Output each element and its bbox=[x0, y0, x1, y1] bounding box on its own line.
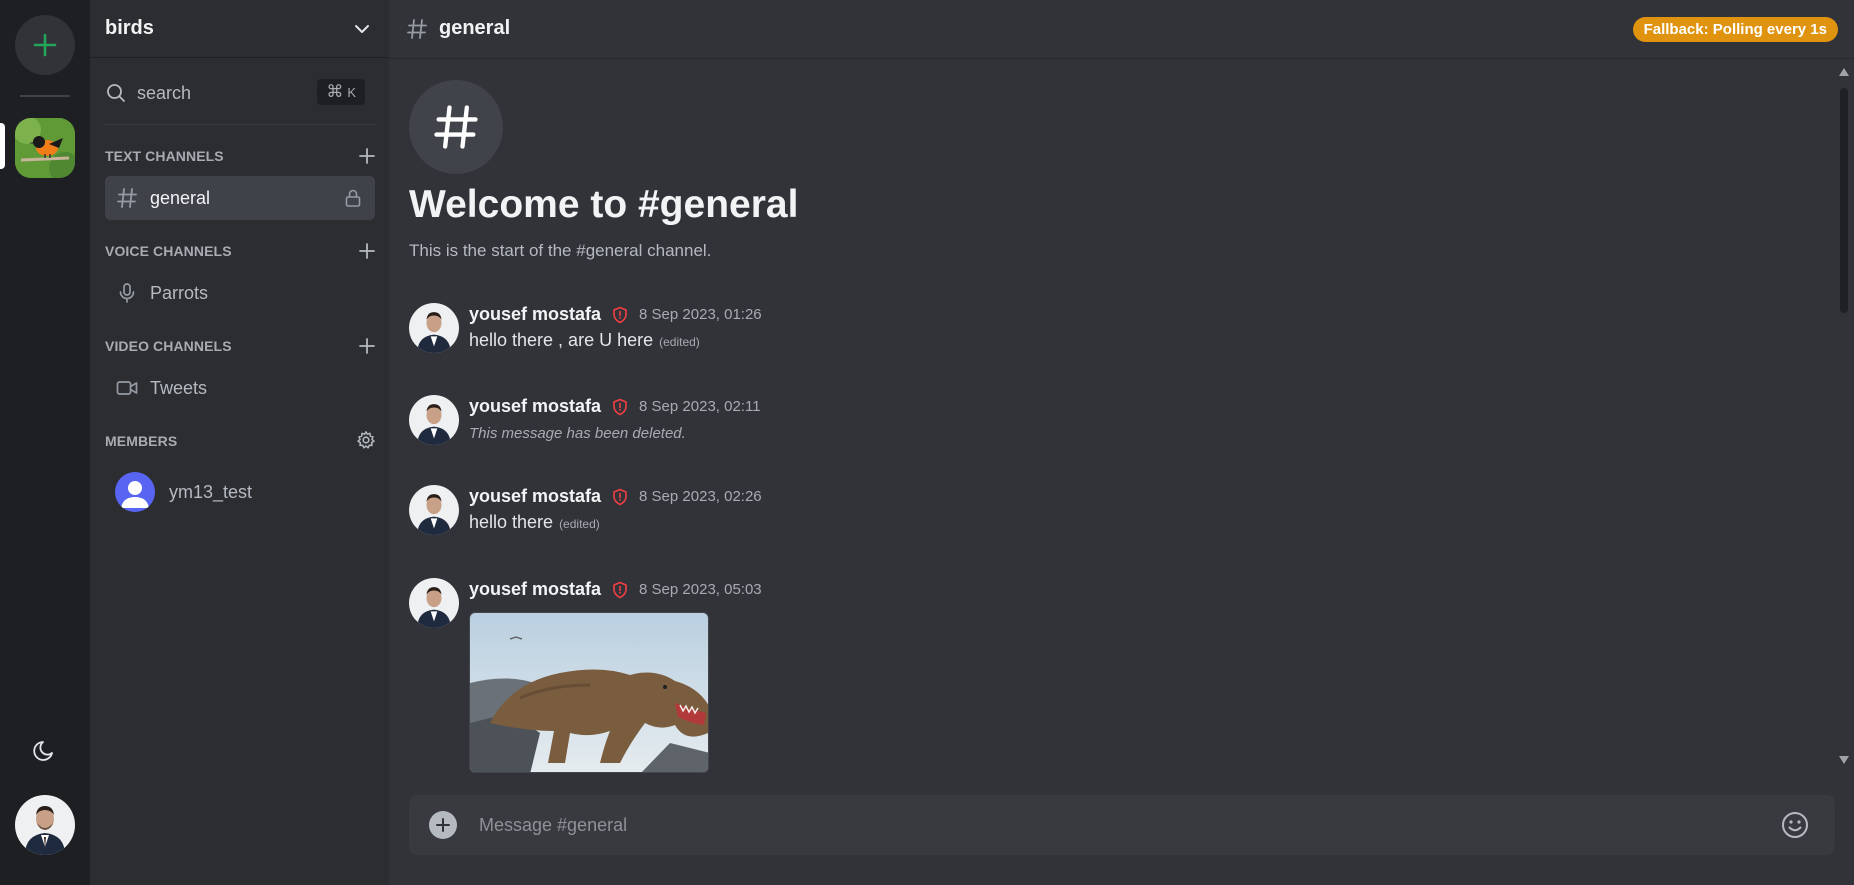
add-voice-channel-icon[interactable] bbox=[358, 242, 376, 260]
chat-area: general Fallback: Polling every 1s Welco… bbox=[389, 0, 1854, 885]
plus-icon bbox=[33, 33, 57, 57]
message-timestamp: 8 Sep 2023, 02:26 bbox=[639, 488, 762, 505]
welcome-title: Welcome to #general bbox=[409, 183, 799, 226]
search-shortcut: ⌘ K bbox=[317, 79, 365, 105]
channel-label: Parrots bbox=[150, 282, 209, 303]
message-input[interactable] bbox=[479, 795, 1759, 855]
channel-welcome-icon bbox=[409, 80, 503, 174]
lock-icon bbox=[345, 189, 361, 207]
shield-icon bbox=[613, 306, 627, 323]
channel-sidebar: birds search ⌘ K TEXT CHANNELS general V… bbox=[90, 0, 389, 885]
members-header: MEMBERS bbox=[105, 433, 178, 449]
member-avatar bbox=[115, 472, 155, 512]
author-avatar-image bbox=[409, 578, 459, 628]
search-label: search bbox=[137, 82, 192, 103]
author-avatar-image bbox=[409, 303, 459, 353]
edited-tag: (edited) bbox=[659, 335, 700, 349]
add-video-channel-icon[interactable] bbox=[358, 337, 376, 355]
author-avatar-image bbox=[409, 485, 459, 535]
message-composer bbox=[409, 795, 1835, 855]
deleted-message-text: This message has been deleted. bbox=[469, 425, 686, 442]
author-avatar[interactable] bbox=[409, 303, 459, 353]
message-text: hello there , are U here bbox=[469, 330, 654, 350]
text-channels-header: TEXT CHANNELS bbox=[105, 148, 224, 164]
shortcut-key: K bbox=[347, 84, 356, 100]
server-header[interactable]: birds bbox=[90, 0, 389, 58]
scroll-up-arrow[interactable] bbox=[1839, 68, 1849, 76]
server-rail bbox=[0, 0, 90, 885]
shield-icon bbox=[613, 581, 627, 598]
status-badge: Fallback: Polling every 1s bbox=[1632, 17, 1838, 42]
scrollbar[interactable] bbox=[1836, 68, 1852, 768]
message-author[interactable]: yousef mostafa bbox=[469, 304, 601, 325]
channel-label: general bbox=[150, 187, 211, 208]
video-channels-header: VIDEO CHANNELS bbox=[105, 338, 232, 354]
attach-button[interactable] bbox=[429, 811, 457, 839]
message-author[interactable]: yousef mostafa bbox=[469, 396, 601, 417]
server-icon-birds[interactable] bbox=[15, 118, 75, 178]
selected-server-indicator bbox=[0, 123, 5, 169]
voice-channels-header: VOICE CHANNELS bbox=[105, 243, 232, 259]
author-avatar[interactable] bbox=[409, 485, 459, 535]
moon-icon bbox=[33, 741, 53, 761]
chevron-down-icon[interactable] bbox=[352, 19, 372, 39]
message-timestamp: 8 Sep 2023, 05:03 bbox=[639, 581, 762, 598]
add-server-button[interactable] bbox=[15, 15, 75, 75]
member-item[interactable]: ym13_test bbox=[115, 470, 252, 514]
shield-icon bbox=[613, 398, 627, 415]
channel-header: general Fallback: Polling every 1s bbox=[389, 0, 1854, 59]
hash-icon bbox=[117, 188, 137, 208]
channel-item-parrots[interactable]: Parrots bbox=[105, 271, 375, 315]
user-avatar-image bbox=[15, 795, 75, 855]
emoji-icon[interactable] bbox=[1779, 809, 1811, 841]
author-avatar-image bbox=[409, 395, 459, 445]
message-author[interactable]: yousef mostafa bbox=[469, 486, 601, 507]
message-timestamp: 8 Sep 2023, 02:11 bbox=[639, 398, 761, 415]
theme-toggle-button[interactable] bbox=[32, 737, 58, 763]
add-text-channel-icon[interactable] bbox=[358, 147, 376, 165]
edited-tag: (edited) bbox=[559, 517, 600, 531]
channel-item-general[interactable]: general bbox=[105, 176, 375, 220]
rail-separator bbox=[20, 95, 70, 97]
channel-title: general bbox=[439, 17, 511, 39]
scroll-down-arrow[interactable] bbox=[1839, 756, 1849, 764]
sidebar-divider bbox=[105, 124, 375, 125]
gear-icon[interactable] bbox=[356, 430, 376, 450]
plus-icon bbox=[436, 818, 450, 832]
shield-icon bbox=[613, 488, 627, 505]
video-camera-icon bbox=[116, 381, 138, 395]
image-attachment[interactable] bbox=[469, 612, 709, 773]
server-name: birds bbox=[105, 17, 154, 39]
microphone-icon bbox=[119, 283, 135, 303]
command-key-icon: ⌘ bbox=[326, 82, 344, 101]
message-timestamp: 8 Sep 2023, 01:26 bbox=[639, 306, 762, 323]
hash-icon bbox=[434, 105, 478, 149]
author-avatar[interactable] bbox=[409, 578, 459, 628]
hash-icon bbox=[407, 19, 427, 39]
channel-label: Tweets bbox=[150, 377, 208, 398]
message-text: hello there bbox=[469, 512, 554, 532]
search-icon bbox=[107, 84, 125, 102]
user-avatar[interactable] bbox=[15, 795, 75, 855]
message-author[interactable]: yousef mostafa bbox=[469, 579, 601, 600]
dinosaur-image bbox=[470, 613, 708, 772]
member-name: ym13_test bbox=[169, 481, 253, 502]
bird-server-image bbox=[15, 118, 75, 178]
default-user-icon bbox=[121, 481, 149, 508]
channel-item-tweets[interactable]: Tweets bbox=[105, 366, 375, 410]
search-button[interactable]: search ⌘ K bbox=[105, 76, 375, 110]
scrollbar-thumb[interactable] bbox=[1840, 88, 1848, 313]
author-avatar[interactable] bbox=[409, 395, 459, 445]
welcome-subtitle: This is the start of the #general channe… bbox=[409, 241, 712, 260]
